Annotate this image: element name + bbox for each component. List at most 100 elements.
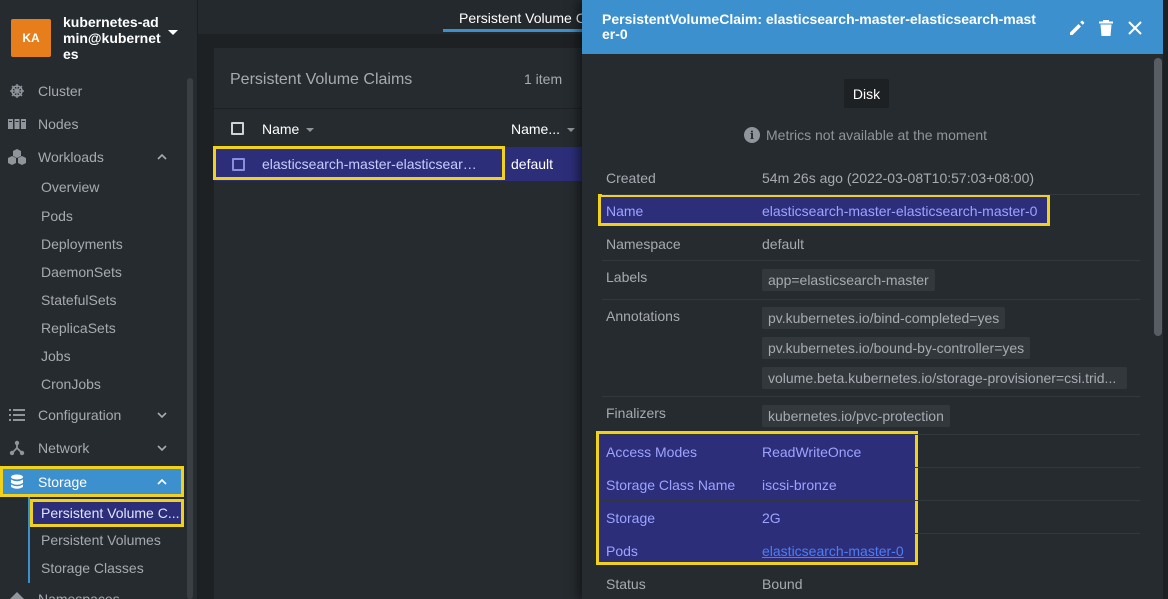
detail-row-storage-class: Storage Class Name iscsi-bronze — [602, 468, 1140, 501]
field-value: Bound — [762, 576, 803, 592]
avatar: KA — [11, 19, 51, 57]
disk-button[interactable]: Disk — [844, 79, 889, 108]
field-label: Created — [606, 170, 656, 186]
metrics-note: i Metrics not available at the moment — [744, 127, 987, 143]
sort-arrow-icon[interactable] — [306, 128, 314, 132]
sidebar-item-workloads[interactable]: Workloads — [0, 142, 184, 172]
list-icon — [8, 407, 26, 423]
field-value: 54m 26s ago (2022-03-08T10:57:03+08:00) — [762, 170, 1035, 186]
sidebar-subitem-storage-classes[interactable]: Storage Classes — [41, 555, 144, 581]
detail-row-annotations: Annotations pv.kubernetes.io/bind-comple… — [602, 300, 1140, 397]
finalizer-chip: kubernetes.io/pvc-protection — [762, 405, 950, 427]
metrics-note-text: Metrics not available at the moment — [766, 127, 987, 143]
field-label: Namespace — [606, 236, 681, 252]
sidebar-item-cluster[interactable]: Cluster — [0, 76, 184, 106]
field-label: Finalizers — [606, 405, 666, 421]
field-label: Storage Class Name — [606, 477, 736, 493]
sidebar-scrollbar[interactable] — [187, 78, 193, 599]
detail-row-finalizers: Finalizers kubernetes.io/pvc-protection — [602, 397, 1140, 435]
detail-row-labels: Labels app=elasticsearch-master — [602, 261, 1140, 300]
sidebar-subitem-statefulsets[interactable]: StatefulSets — [41, 287, 117, 313]
highlight-box — [213, 146, 505, 180]
sort-arrow-icon[interactable] — [567, 128, 575, 132]
label-chip: app=elasticsearch-master — [762, 269, 935, 291]
annotation-chip: volume.beta.kubernetes.io/storage-provis… — [762, 367, 1127, 389]
annotation-chip: pv.kubernetes.io/bound-by-controller=yes — [762, 337, 1031, 359]
detail-row-access-modes: Access Modes ReadWriteOnce — [602, 435, 1140, 468]
annotation-chip: pv.kubernetes.io/bind-completed=yes — [762, 307, 1006, 329]
close-icon[interactable] — [1125, 18, 1145, 38]
field-label: Labels — [606, 269, 648, 285]
chevron-down-icon[interactable] — [157, 410, 167, 420]
sidebar-subitem-persistent-volumes[interactable]: Persistent Volumes — [41, 527, 161, 553]
field-label: Access Modes — [606, 444, 698, 460]
field-value: ReadWriteOnce — [762, 444, 862, 460]
item-count: 1 item — [524, 71, 563, 87]
sidebar-subitem-pods[interactable]: Pods — [41, 203, 73, 229]
field-label: Storage — [606, 510, 656, 526]
delete-icon[interactable] — [1096, 18, 1116, 38]
sidebar-item-label: Network — [38, 440, 90, 456]
sidebar-subitem-persistent-volume-claims[interactable]: Persistent Volume C... — [30, 499, 184, 527]
field-value: elasticsearch-master-elasticsearch-maste… — [762, 203, 1038, 219]
sidebar-item-network[interactable]: Network — [0, 433, 184, 463]
drawer-scrollbar[interactable] — [1154, 58, 1162, 336]
field-value: iscsi-bronze — [762, 477, 837, 493]
tab-indicator — [443, 29, 603, 32]
detail-row-pods: Pods elasticsearch-master-0 — [602, 534, 1140, 567]
sidebar-item-label: Cluster — [38, 83, 83, 99]
caret-down-icon[interactable] — [168, 30, 178, 35]
table-row[interactable]: elasticsearch-master-elasticsearch-maste… — [213, 146, 594, 181]
database-icon — [8, 474, 26, 490]
field-label: Annotations — [606, 308, 680, 324]
detail-row-created: Created 54m 26s ago (2022-03-08T10:57:03… — [602, 162, 1140, 195]
column-header-namespace[interactable]: Name... — [511, 121, 560, 137]
detail-row-status: Status Bound — [602, 567, 1140, 599]
table-header: Name Name... — [214, 109, 594, 147]
pod-link[interactable]: elasticsearch-master-0 — [762, 543, 904, 559]
sidebar-subitem-overview[interactable]: Overview — [41, 174, 99, 200]
select-all-checkbox[interactable] — [231, 122, 244, 135]
sidebar-item-label: Namespaces — [38, 591, 120, 599]
sidebar-item-storage[interactable]: Storage — [0, 466, 184, 497]
field-label: Status — [606, 576, 646, 592]
field-label: Pods — [606, 543, 638, 559]
sidebar-subitem-daemonsets[interactable]: DaemonSets — [41, 259, 122, 285]
drawer-title: PersistentVolumeClaim: elasticsearch-mas… — [602, 11, 1036, 42]
sidebar-item-configuration[interactable]: Configuration — [0, 400, 184, 430]
sidebar-item-label: Storage — [38, 473, 88, 490]
info-icon: i — [744, 127, 760, 143]
tab-persistent-volume-claims[interactable]: Persistent Volume Claims — [443, 0, 603, 32]
context-switcher[interactable]: KA kubernetes-admin@kubernetes — [0, 0, 198, 72]
workloads-icon — [8, 149, 26, 165]
sidebar-item-label: Nodes — [38, 116, 79, 132]
sidebar-subitem-cronjobs[interactable]: CronJobs — [41, 371, 101, 397]
detail-row-name: Name elasticsearch-master-elasticsearch-… — [602, 195, 1140, 228]
sidebar-subitem-deployments[interactable]: Deployments — [41, 231, 123, 257]
column-header-name[interactable]: Name — [262, 121, 299, 137]
drawer-header: PersistentVolumeClaim: elasticsearch-mas… — [582, 0, 1168, 54]
helm-wheel-icon — [8, 83, 26, 99]
sidebar-subitem-replicasets[interactable]: ReplicaSets — [41, 315, 116, 341]
window-edge — [1163, 0, 1168, 599]
sidebar-subitem-jobs[interactable]: Jobs — [41, 343, 71, 369]
context-name: kubernetes-admin@kubernetes — [63, 14, 161, 62]
sidebar: KA kubernetes-admin@kubernetes Cluster N… — [0, 0, 198, 599]
edit-icon[interactable] — [1067, 18, 1087, 38]
sidebar-item-nodes[interactable]: Nodes — [0, 109, 184, 139]
namespace-icon — [8, 591, 26, 599]
chevron-up-icon[interactable] — [157, 152, 167, 162]
chevron-up-icon[interactable] — [157, 477, 167, 487]
nodes-icon — [8, 116, 26, 132]
detail-row-namespace: Namespace default — [602, 228, 1140, 261]
field-value: 2G — [762, 510, 781, 526]
sidebar-item-label: Workloads — [38, 149, 104, 165]
network-icon — [8, 440, 26, 456]
sidebar-item-namespaces[interactable]: Namespaces — [0, 584, 184, 599]
sidebar-item-label: Configuration — [38, 407, 122, 423]
panel-title: Persistent Volume Claims — [230, 71, 413, 88]
detail-row-storage: Storage 2G — [602, 501, 1140, 534]
chevron-down-icon[interactable] — [157, 443, 167, 453]
row-namespace: default — [511, 156, 554, 172]
pvc-list-panel: Persistent Volume Claims 1 item Name Nam… — [213, 48, 594, 599]
